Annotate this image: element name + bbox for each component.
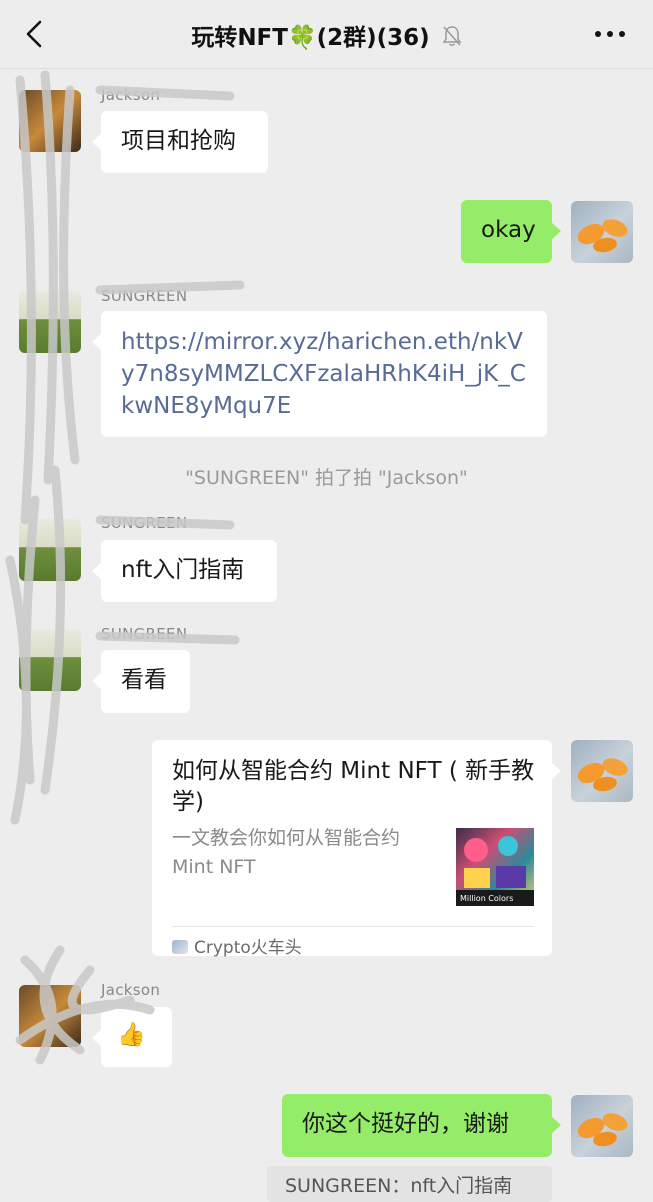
sender-name: SUNGREEN (101, 287, 188, 305)
avatar-jackson[interactable] (19, 90, 81, 152)
avatar-self[interactable] (571, 201, 633, 263)
source-logo-icon (172, 940, 188, 954)
message-bubble-self[interactable]: okay (461, 200, 561, 263)
message-bubble[interactable]: 👍 (92, 1007, 172, 1067)
avatar-sungreen[interactable] (19, 519, 81, 581)
card-divider (172, 926, 534, 927)
avatar-self[interactable] (571, 1095, 633, 1157)
thumbnail-caption: Million Colors (460, 894, 513, 903)
sender-name: SUNGREEN (101, 625, 188, 643)
card-description: 一文教会你如何从智能合约 Mint NFT (172, 827, 401, 878)
article-card[interactable]: 如何从智能合约 Mint NFT ( 新手教学) 一文教会你如何从智能合约 Mi… (152, 740, 561, 958)
thumbnail-art: Million Colors (456, 836, 534, 906)
system-message: "SUNGREEN" 拍了拍 "Jackson" (185, 467, 468, 489)
message-text: nft入门指南 (121, 557, 245, 583)
message-text: 看看 (121, 667, 167, 693)
message-text: okay (481, 217, 536, 243)
bell-off-icon (442, 26, 462, 46)
chat-title: 玩转NFT🍀(2群)(36) (0, 18, 653, 52)
avatar-self[interactable] (571, 740, 633, 802)
card-source-name: Crypto火车头 (194, 938, 302, 958)
message-bubble[interactable]: https://mirror.xyz/harichen.eth/nkVy7n8s… (92, 311, 547, 437)
message-bubble[interactable]: 看看 (92, 650, 190, 713)
message-link[interactable]: https://mirror.xyz/harichen.eth/nkVy7n8s… (121, 329, 526, 419)
redaction-scribbles (5, 70, 245, 1065)
card-thumbnail: Million Colors (456, 828, 534, 906)
sender-name: SUNGREEN (101, 514, 188, 532)
chat-title-text: 玩转NFT🍀(2群)(36) (191, 25, 430, 51)
avatar-jackson[interactable] (19, 985, 81, 1047)
avatar-sungreen[interactable] (19, 291, 81, 353)
orange-slices-icon (577, 1113, 628, 1147)
card-title: 如何从智能合约 Mint NFT ( 新手教学) (172, 758, 535, 815)
orange-slices-icon (577, 758, 628, 792)
sender-name: Jackson (101, 981, 161, 999)
thumbs-up-emoji: 👍 (117, 1022, 146, 1048)
orange-slices-icon (577, 219, 628, 253)
more-dots-icon[interactable] (593, 22, 627, 46)
avatar-sungreen[interactable] (19, 629, 81, 691)
quoted-message[interactable]: SUNGREEN：nft入门指南 (267, 1166, 552, 1202)
message-bubble[interactable]: 项目和抢购 (92, 111, 268, 173)
card-source: Crypto火车头 (172, 932, 302, 964)
chat-header: 玩转NFT🍀(2群)(36) (0, 0, 653, 69)
message-bubble-self[interactable]: 你这个挺好的，谢谢 (282, 1094, 561, 1157)
message-text: 项目和抢购 (121, 128, 236, 154)
sender-name: Jackson (101, 86, 161, 104)
message-text: 你这个挺好的，谢谢 (302, 1111, 509, 1137)
message-bubble[interactable]: nft入门指南 (92, 540, 277, 602)
